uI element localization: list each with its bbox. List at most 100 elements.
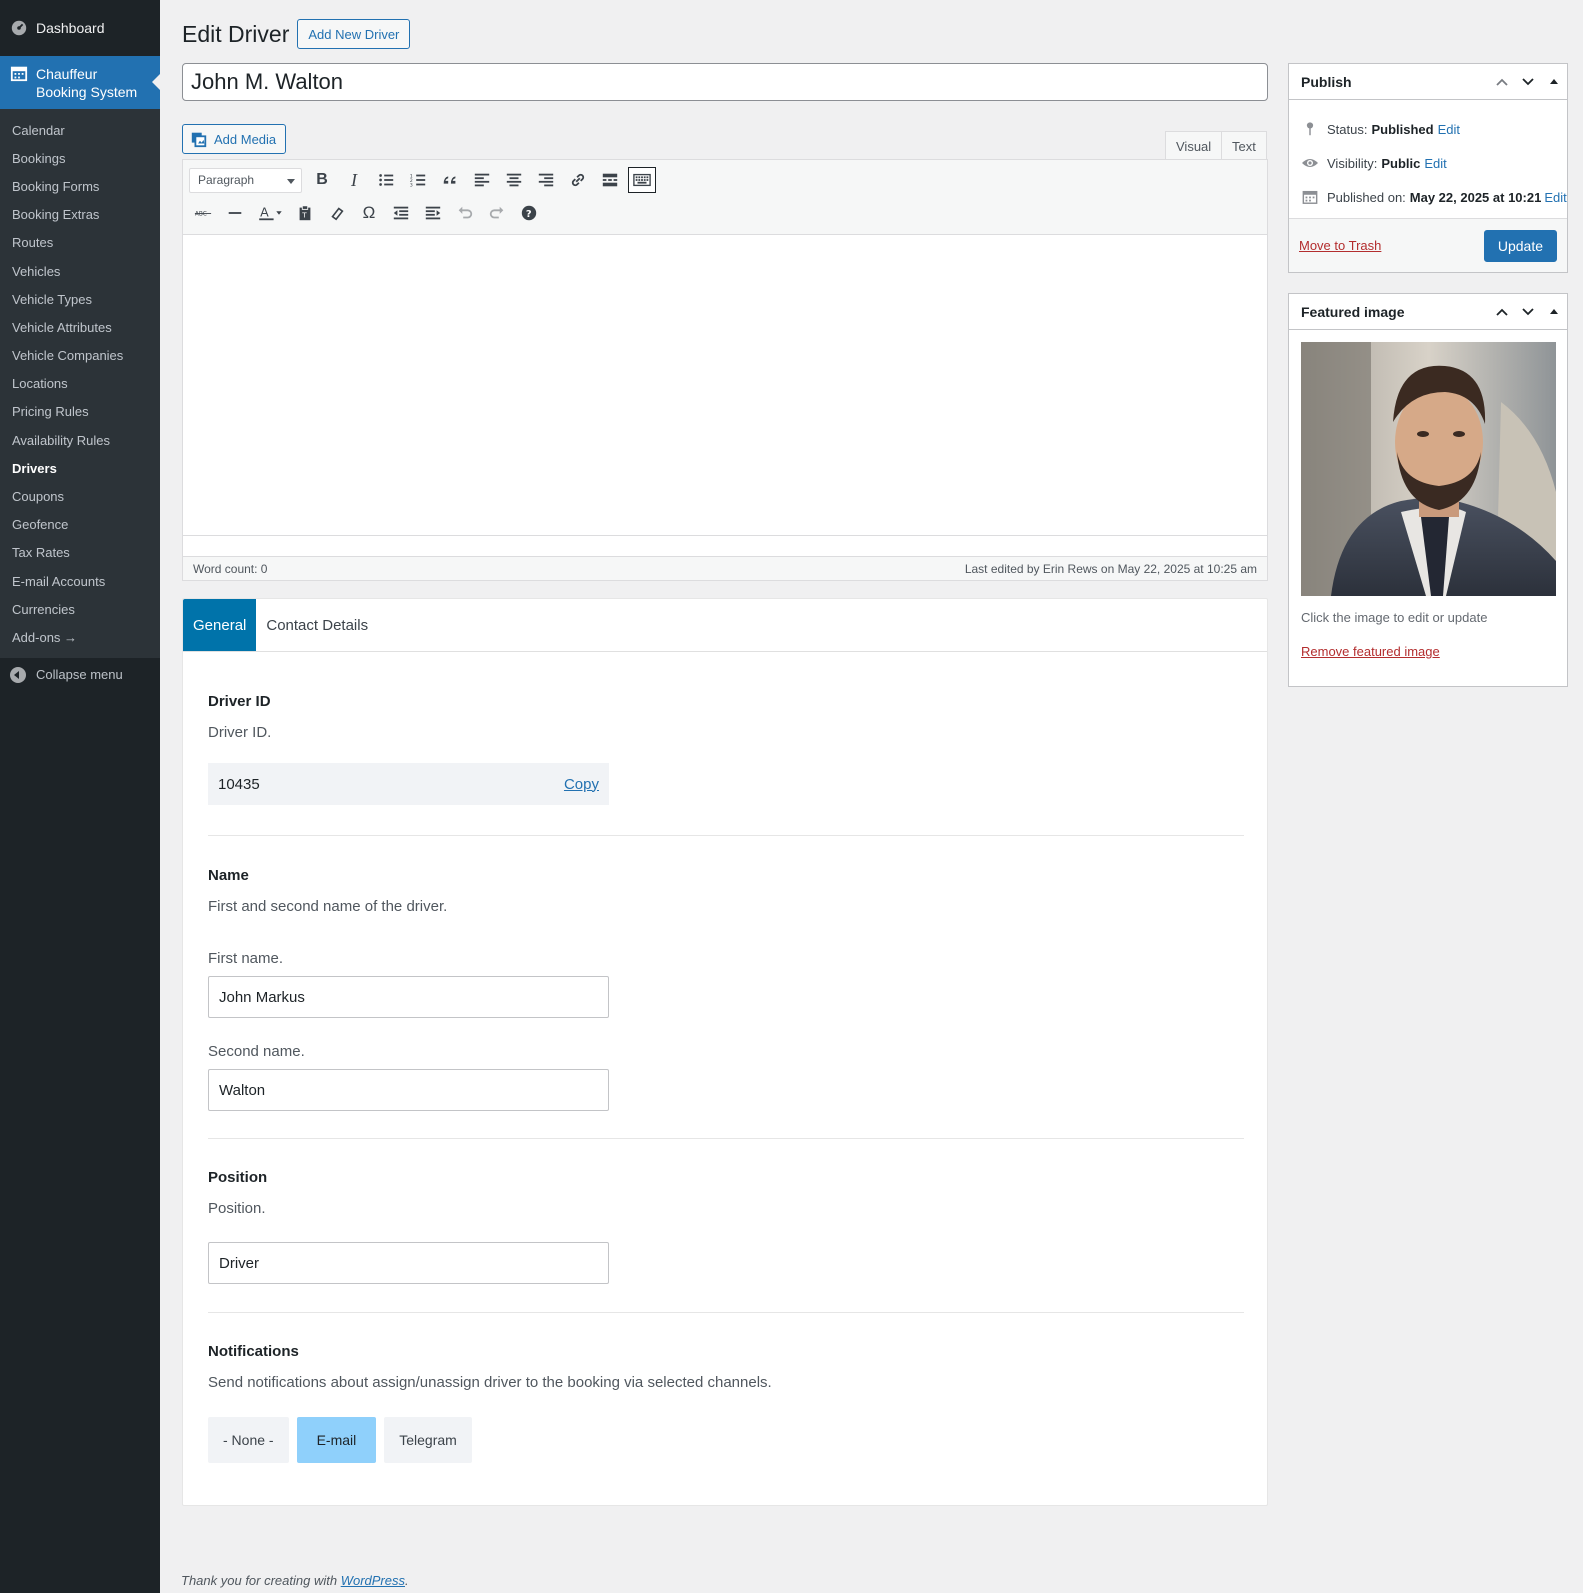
remove-featured-image-link[interactable]: Remove featured image [1301,644,1440,659]
visibility-edit-link[interactable]: Edit [1424,156,1446,171]
first-name-input[interactable]: John Markus [208,976,609,1018]
redo-icon[interactable] [483,200,511,226]
tab-general[interactable]: General [183,599,257,651]
update-button[interactable]: Update [1483,229,1557,262]
channel-email-button[interactable]: E-mail [296,1417,377,1463]
submenu-drivers[interactable]: Drivers [0,454,160,482]
move-to-trash-link[interactable]: Move to Trash [1299,238,1381,253]
move-up-icon[interactable] [1489,294,1515,330]
editor-content-area[interactable] [183,235,1267,533]
svg-text:3: 3 [410,182,413,188]
undo-icon[interactable] [451,200,479,226]
channel-none-button[interactable]: - None - [208,1417,289,1463]
submenu-vehicles[interactable]: Vehicles [0,257,160,285]
wordpress-link[interactable]: WordPress [341,1573,405,1588]
second-name-input[interactable]: Walton [208,1069,609,1111]
tab-visual[interactable]: Visual [1165,131,1223,160]
submenu-vehicle-types[interactable]: Vehicle Types [0,285,160,313]
eye-icon [1301,154,1319,172]
channel-telegram-button[interactable]: Telegram [384,1417,472,1463]
footer-text: Thank you for creating with [181,1573,338,1588]
media-icon [190,130,208,148]
toggle-panel-icon[interactable] [1541,64,1567,100]
submenu-availability-rules[interactable]: Availability Rules [0,426,160,454]
svg-text:A: A [260,205,269,220]
admin-footer: Thank you for creating with WordPress. [181,1573,409,1588]
blockquote-icon[interactable] [436,167,464,193]
submenu-locations[interactable]: Locations [0,370,160,398]
read-more-icon[interactable] [596,167,624,193]
horizontal-line-icon[interactable] [221,200,249,226]
admin-sidebar: Dashboard Chauffeur Booking System Calen… [0,0,160,1593]
editor-toolbar: Paragraph B I 123 ABC A T Ω ? [183,160,1267,235]
submenu-tax-rates[interactable]: Tax Rates [0,539,160,567]
position-section: Position Position. [208,1169,1244,1217]
notification-channels: - None - E-mail Telegram [208,1417,480,1463]
footer-end: . [405,1573,409,1588]
editor-resize-area [183,535,1267,557]
submenu-add-ons[interactable]: Add-ons → [0,623,160,651]
calendar-icon [1301,188,1319,206]
add-media-button[interactable]: Add Media [182,124,287,154]
align-left-icon[interactable] [468,167,496,193]
notifications-desc: Send notifications about assign/unassign… [208,1374,772,1391]
divider [208,835,1244,836]
collapse-menu-label: Collapse menu [36,667,123,683]
bullet-list-icon[interactable] [372,167,400,193]
driver-id-section: Driver ID Driver ID. [208,693,1244,741]
move-down-icon[interactable] [1515,64,1541,100]
special-character-icon[interactable]: Ω [355,200,383,226]
name-title: Name [208,867,249,884]
bold-icon[interactable]: B [308,167,336,193]
menu-dashboard[interactable]: Dashboard [0,0,160,56]
submenu-coupons[interactable]: Coupons [0,482,160,510]
published-on-line: Published on: May 22, 2025 at 10:21 Edit [1289,180,1567,214]
submenu-routes[interactable]: Routes [0,229,160,257]
submenu: Calendar Bookings Booking Forms Booking … [0,109,160,658]
paste-text-icon[interactable]: T [291,200,319,226]
indent-icon[interactable] [419,200,447,226]
submenu-pricing-rules[interactable]: Pricing Rules [0,398,160,426]
featured-image-thumbnail[interactable] [1301,342,1556,596]
name-desc: First and second name of the driver. [208,898,448,915]
format-select[interactable]: Paragraph [189,167,302,193]
featured-image-header: Featured image [1289,294,1567,330]
submenu-booking-extras[interactable]: Booking Extras [0,201,160,229]
submenu-vehicle-attributes[interactable]: Vehicle Attributes [0,313,160,341]
submenu-email-accounts[interactable]: E-mail Accounts [0,567,160,595]
align-right-icon[interactable] [532,167,560,193]
tab-text[interactable]: Text [1221,131,1267,160]
move-down-icon[interactable] [1515,294,1541,330]
clear-formatting-icon[interactable] [323,200,351,226]
submenu-calendar[interactable]: Calendar [0,116,160,144]
position-input[interactable]: Driver [208,1242,609,1284]
menu-current-label: Chauffeur Booking System [36,65,138,100]
editor-status-bar: Word count: 0 Last edited by Erin Rews o… [183,556,1267,580]
featured-image-box: Featured image Click the image to edit o… [1288,293,1568,687]
strikethrough-icon[interactable]: ABC [189,200,217,226]
italic-icon[interactable]: I [340,167,368,193]
text-color-icon[interactable]: A [253,200,287,226]
help-icon[interactable]: ? [515,200,543,226]
align-center-icon[interactable] [500,167,528,193]
link-icon[interactable] [564,167,592,193]
toolbar-toggle-icon[interactable] [628,167,656,193]
post-title-input[interactable]: John M. Walton [182,63,1268,101]
add-new-driver-button[interactable]: Add New Driver [297,19,411,49]
menu-chauffeur-booking[interactable]: Chauffeur Booking System [0,56,160,109]
tab-contact-details[interactable]: Contact Details [256,599,378,651]
outdent-icon[interactable] [387,200,415,226]
submenu-booking-forms[interactable]: Booking Forms [0,172,160,200]
submenu-bookings[interactable]: Bookings [0,144,160,172]
move-up-icon[interactable] [1489,64,1515,100]
published-edit-link[interactable]: Edit [1544,190,1566,205]
toggle-panel-icon[interactable] [1541,294,1567,330]
submenu-currencies[interactable]: Currencies [0,595,160,623]
copy-link[interactable]: Copy [564,776,599,793]
notifications-title: Notifications [208,1343,299,1360]
numbered-list-icon[interactable]: 123 [404,167,432,193]
status-edit-link[interactable]: Edit [1438,122,1460,137]
submenu-geofence[interactable]: Geofence [0,511,160,539]
collapse-menu-button[interactable]: Collapse menu [0,658,160,692]
submenu-vehicle-companies[interactable]: Vehicle Companies [0,342,160,370]
